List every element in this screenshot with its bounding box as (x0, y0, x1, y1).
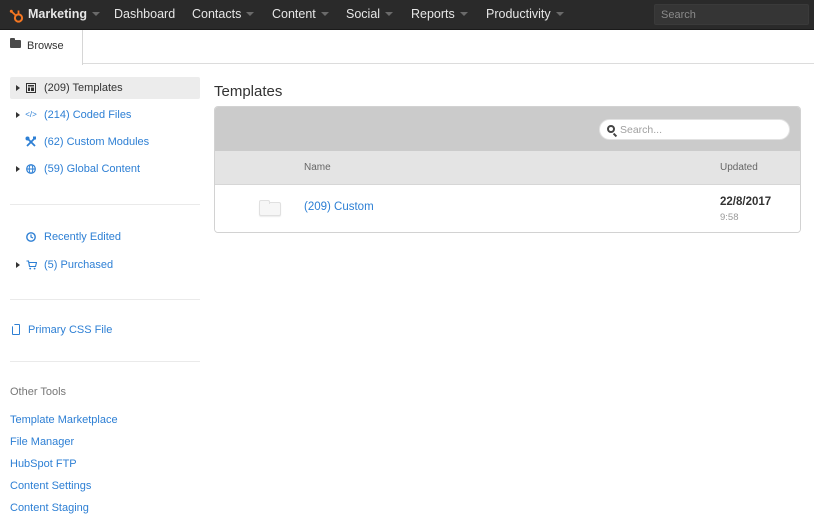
column-header-updated[interactable]: Updated (720, 151, 758, 185)
sidebar-item-recently-edited[interactable]: Recently Edited (10, 226, 200, 248)
row-updated-date: 22/8/2017 (720, 196, 772, 208)
nav-content-label: Content (272, 7, 316, 21)
sidebar-item-label: Primary CSS File (28, 324, 113, 336)
chevron-down-icon (459, 11, 468, 16)
sidebar-item-label: (62) Custom Modules (44, 136, 150, 148)
table-search-box[interactable] (599, 119, 790, 140)
nav-marketing-label: Marketing (28, 7, 88, 21)
sidebar-divider (10, 299, 200, 300)
sidebar-item-label: (5) Purchased (44, 259, 114, 271)
chevron-down-icon (92, 11, 101, 16)
nav-productivity-label: Productivity (486, 7, 551, 21)
code-icon: </> (25, 110, 37, 119)
link-content-settings[interactable]: Content Settings (10, 480, 91, 492)
row-name-link[interactable]: (209) Custom (304, 201, 374, 213)
sidebar-item-label: Recently Edited (44, 231, 122, 243)
template-layout-icon (25, 77, 37, 102)
link-template-marketplace[interactable]: Template Marketplace (10, 414, 118, 426)
sidebar-item-custom-modules[interactable]: (62) Custom Modules (10, 131, 200, 153)
top-navigation-bar: Marketing Dashboard Contacts Content Soc… (0, 0, 814, 30)
sidebar-item-label: (214) Coded Files (44, 109, 132, 121)
chevron-down-icon (385, 11, 394, 16)
chevron-down-icon (246, 11, 255, 16)
expand-arrow-icon[interactable] (16, 166, 20, 172)
sidebar-item-templates[interactable]: (209) Templates (10, 77, 200, 99)
globe-icon (25, 158, 37, 183)
search-icon (607, 125, 615, 133)
expand-arrow-icon[interactable] (16, 112, 20, 118)
file-icon (12, 324, 20, 335)
nav-social-label: Social (346, 7, 381, 21)
nav-contacts-label: Contacts (192, 7, 242, 21)
sidebar-divider (10, 361, 200, 362)
nav-content[interactable]: Content (272, 0, 329, 30)
link-content-staging[interactable]: Content Staging (10, 502, 89, 514)
hubspot-logo-icon (9, 6, 25, 23)
sidebar-item-label: (59) Global Content (44, 163, 140, 175)
page-title: Templates (214, 83, 283, 100)
folder-icon (10, 38, 21, 49)
nav-reports-label: Reports (411, 7, 455, 21)
other-tools-heading: Other Tools (10, 386, 67, 398)
chevron-down-icon (320, 11, 329, 16)
nav-dashboard[interactable]: Dashboard (114, 0, 175, 30)
templates-table-panel: Name Updated (209) Custom 22/8/2017 9:58 (214, 106, 801, 233)
tab-bar: Browse (0, 30, 814, 65)
table-row[interactable]: (209) Custom 22/8/2017 9:58 (215, 185, 800, 232)
clock-icon (25, 226, 37, 251)
nav-social[interactable]: Social (346, 0, 394, 30)
folder-icon (259, 200, 281, 216)
link-hubspot-ftp[interactable]: HubSpot FTP (10, 458, 77, 470)
expand-arrow-icon[interactable] (16, 262, 20, 268)
sidebar-item-purchased[interactable]: (5) Purchased (10, 254, 200, 276)
sidebar-item-label: (209) Templates (44, 82, 123, 94)
sidebar-item-coded-files[interactable]: </> (214) Coded Files (10, 104, 200, 126)
sidebar-item-global-content[interactable]: (59) Global Content (10, 158, 200, 180)
nav-contacts[interactable]: Contacts (192, 0, 255, 30)
tab-browse-label: Browse (27, 40, 64, 52)
chevron-down-icon (555, 11, 564, 16)
cart-icon (25, 254, 37, 279)
nav-productivity[interactable]: Productivity (486, 0, 564, 30)
tab-divider (83, 63, 814, 64)
link-file-manager[interactable]: File Manager (10, 436, 74, 448)
column-header-name[interactable]: Name (304, 151, 331, 185)
table-toolbar (215, 107, 800, 151)
tools-icon (25, 131, 37, 157)
nav-dashboard-label: Dashboard (114, 7, 176, 21)
table-header: Name Updated (215, 151, 800, 185)
sidebar-divider (10, 204, 200, 205)
tab-browse[interactable]: Browse (0, 30, 83, 65)
table-search-input[interactable] (620, 122, 785, 137)
nav-reports[interactable]: Reports (411, 0, 468, 30)
global-search-input[interactable] (654, 4, 809, 25)
row-updated-time: 9:58 (720, 212, 739, 223)
nav-marketing-menu[interactable]: Marketing (9, 0, 101, 30)
expand-arrow-icon[interactable] (16, 85, 20, 91)
